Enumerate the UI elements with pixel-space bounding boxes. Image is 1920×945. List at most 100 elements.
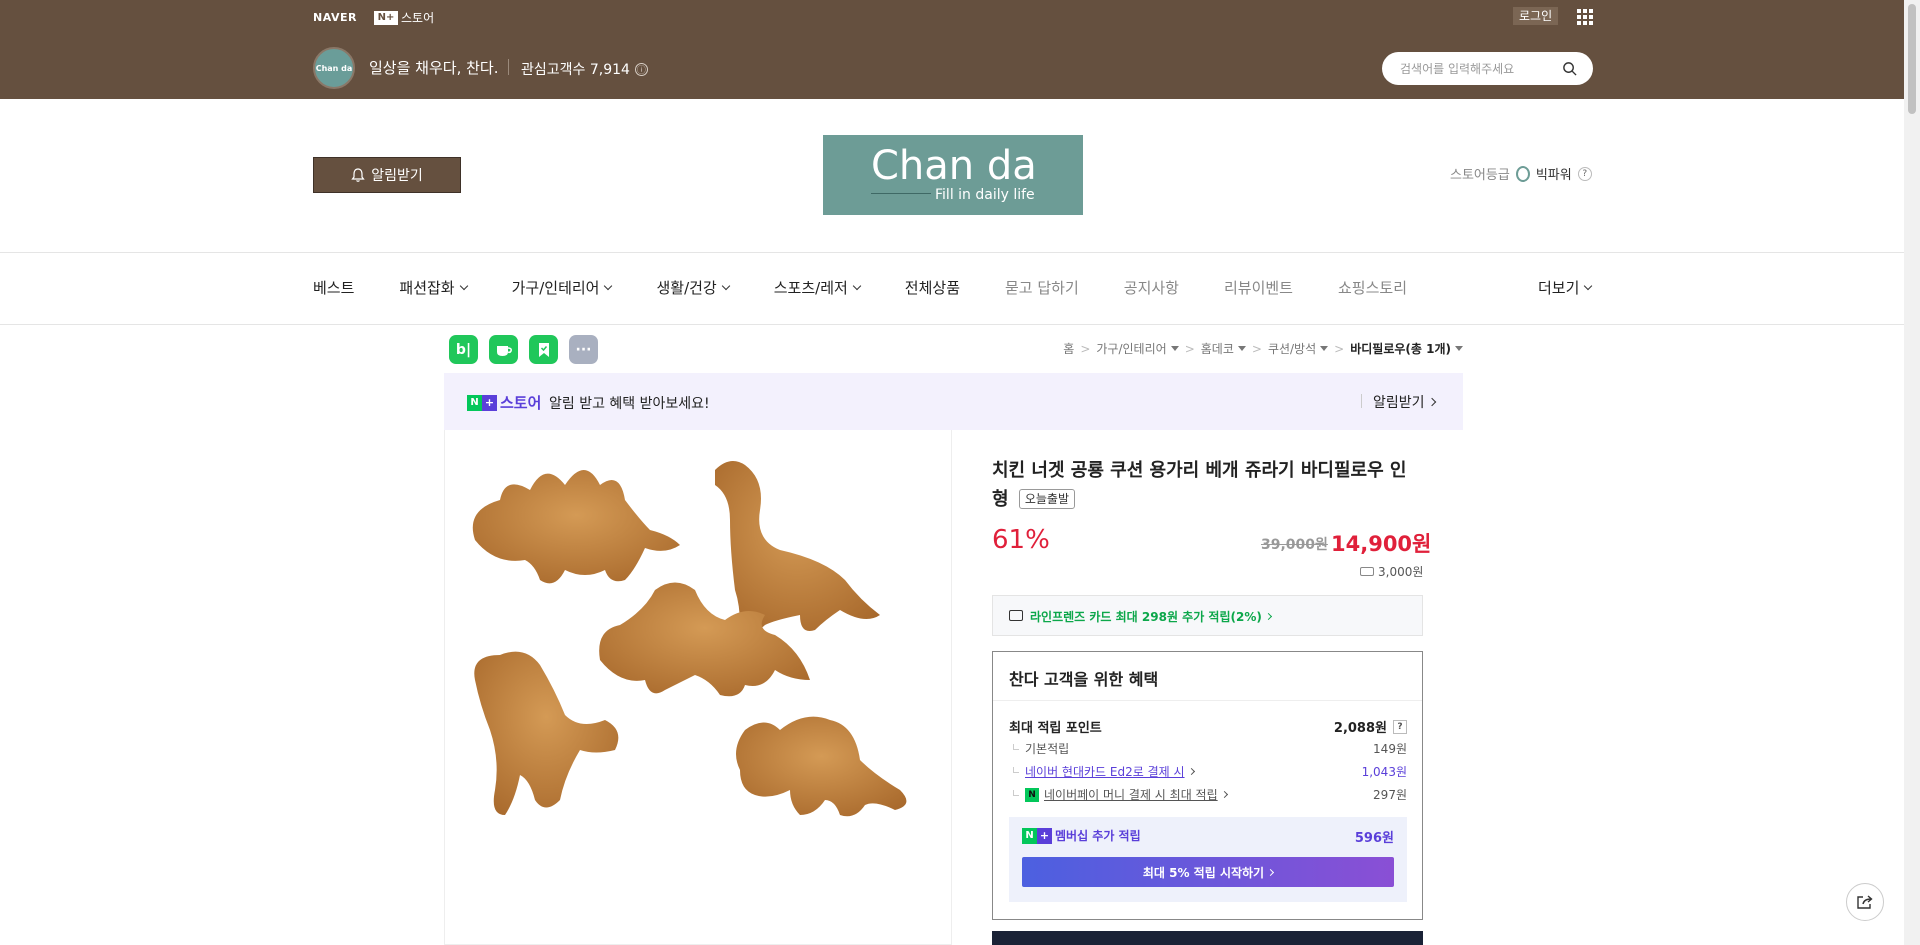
scrollbar-thumb[interactable] [1908,4,1916,114]
nav-item-review-event[interactable]: 리뷰이벤트 [1224,277,1293,298]
card-benefit-text: 라인프렌즈 카드 최대 298원 추가 적립(2%) [1030,608,1272,625]
membership-value: 596원 [1354,831,1394,846]
search-icon[interactable] [1562,61,1577,76]
more-share-icon[interactable]: ··· [569,335,598,364]
card-point-link[interactable]: 네이버 현대카드 Ed2로 결제 시 [1025,763,1185,780]
nplus-icon: N+ [467,394,497,411]
logo-line [871,193,931,194]
search-input[interactable] [1400,59,1560,79]
scrollbar[interactable] [1904,0,1920,945]
tree-hook-icon [1013,743,1019,750]
nav-item-qna[interactable]: 묻고 답하기 [1005,277,1079,298]
bookmark-icon[interactable] [529,335,558,364]
chevron-right-icon [1267,868,1275,876]
store-name[interactable]: 일상을 채우다, 찬다. [369,57,498,78]
nav-item-label: 공지사항 [1123,279,1179,297]
npay-point-link[interactable]: 네이버페이 머니 결제 시 최대 적립 [1044,786,1218,803]
nav-item-label: 묻고 답하기 [1005,279,1079,297]
chevron-down-icon [604,281,613,290]
nav-item-sports[interactable]: 스포츠/레저 [773,277,862,298]
more-button[interactable]: 더보기 [1538,277,1593,298]
nav-item-living[interactable]: 생활/건강 [656,277,730,298]
banner-alarm-label: 알림받기 [1373,395,1425,411]
discount-rate: 61% [992,525,1050,555]
product-image[interactable] [444,430,952,945]
help-icon[interactable]: ? [1577,166,1592,181]
breadcrumb-current[interactable]: 바디필로우(총 1개) [1350,340,1451,357]
store-logo[interactable]: Chan da Fill in daily life [823,135,1083,215]
divider [0,324,1904,325]
customer-benefits-box: 찬다 고객을 위한 혜택 최대 적립 포인트 2,088원 ? 기본적립 149… [992,651,1423,920]
grade-value: 빅파워 [1535,168,1572,183]
chevron-right-icon [1264,612,1272,621]
naver-logo[interactable]: NAVER [313,11,357,24]
bell-icon [351,167,365,182]
logo-title: Chan da [871,143,1037,189]
breadcrumb-cushion[interactable]: 쿠션/방석 [1268,340,1316,357]
nav-item-best[interactable]: 베스트 [313,277,354,298]
search-box [1382,52,1593,85]
breadcrumb-separator: > [1251,341,1262,356]
divider [508,59,509,75]
nav-item-label: 쇼핑스토리 [1338,279,1408,297]
membership-button-label: 최대 5% 적립 시작하기 [1142,865,1265,880]
nav-item-fashion[interactable]: 패션잡화 [399,277,468,298]
credit-card-icon [1009,610,1023,621]
nav-item-furniture[interactable]: 가구/인테리어 [512,277,613,298]
share-icons: b| ··· [449,335,598,364]
store-avatar[interactable]: Chan da [313,47,355,89]
chevron-right-icon [1427,397,1436,407]
shipping-fee: 3,000원 [1360,563,1423,580]
card-benefit-banner[interactable]: 라인프렌즈 카드 최대 298원 추가 적립(2%) [992,595,1423,636]
today-ship-tag: 오늘출발 [1018,489,1076,509]
chevron-down-icon [852,281,862,290]
membership-label: 멤버십 추가 적립 [1055,829,1141,843]
breadcrumb-furniture[interactable]: 가구/인테리어 [1096,340,1166,357]
nav-item-notice[interactable]: 공지사항 [1124,277,1179,298]
nav-item-label: 스포츠/레저 [773,279,848,297]
breadcrumb-separator: > [1080,341,1091,356]
help-icon[interactable]: ? [1393,719,1407,734]
breadcrumb: 홈 > 가구/인테리어 > 홈데코 > 쿠션/방석 > 바디필로우(총 1개) [1063,340,1463,357]
caret-down-icon[interactable] [1237,346,1246,351]
fans-count-label: 관심고객수 7,914 [521,62,630,78]
shipping-fee-value: 3,000원 [1378,565,1424,579]
nplus-store-link[interactable]: N+ 스토어 [374,9,434,26]
login-button[interactable]: 로그인 [1513,7,1559,25]
nplus-store-badge: N + 스토어 [467,392,541,413]
basic-point-value: 149원 [1373,742,1407,756]
membership-start-button[interactable]: 최대 5% 적립 시작하기 [1022,857,1394,887]
npay-icon: N [1025,787,1039,802]
caret-down-icon[interactable] [1170,346,1179,351]
chevron-down-icon [459,281,468,290]
max-point-row: 최대 적립 포인트 2,088원 ? [1009,717,1407,736]
divider [993,700,1422,701]
chevron-right-icon [1220,790,1228,799]
cafe-share-icon[interactable] [489,335,518,364]
caret-down-icon[interactable] [1320,346,1329,351]
max-point-label: 최대 적립 포인트 [1009,721,1102,736]
product-title: 치킨 너겟 공룡 쿠션 용가리 베개 쥬라기 바디필로우 인형 오늘출발 [992,456,1422,514]
breadcrumb-home[interactable]: 홈 [1063,340,1074,357]
nav-item-shopping-story[interactable]: 쇼핑스토리 [1338,277,1407,298]
banner-store-label: 스토어 [500,394,542,412]
store-grade: 스토어등급 빅파워 ? [1450,164,1592,183]
chevron-right-icon [1187,767,1195,776]
blog-share-icon[interactable]: b| [449,335,478,364]
caret-down-icon[interactable] [1455,346,1463,351]
info-icon[interactable]: ⓘ [634,62,648,76]
breadcrumb-separator: > [1334,341,1345,356]
basic-point-row: 기본적립 149원 [1009,740,1407,757]
npay-point-value: 297원 [1373,788,1407,802]
apps-grid-icon[interactable] [1577,9,1593,25]
card-benefit-label: 라인프렌즈 카드 최대 298원 추가 적립(2%) [1030,610,1262,624]
breadcrumb-homedeco[interactable]: 홈데코 [1201,340,1234,357]
banner-alarm-link[interactable]: 알림받기 [1373,392,1436,412]
share-icon [1857,895,1873,909]
share-button[interactable] [1846,883,1884,921]
alarm-button[interactable]: 알림받기 [313,157,461,193]
breadcrumb-separator: > [1184,341,1195,356]
nav-item-all[interactable]: 전체상품 [905,277,960,298]
nplus-icon: N+ [1022,827,1052,844]
promo-banner[interactable] [992,931,1423,945]
